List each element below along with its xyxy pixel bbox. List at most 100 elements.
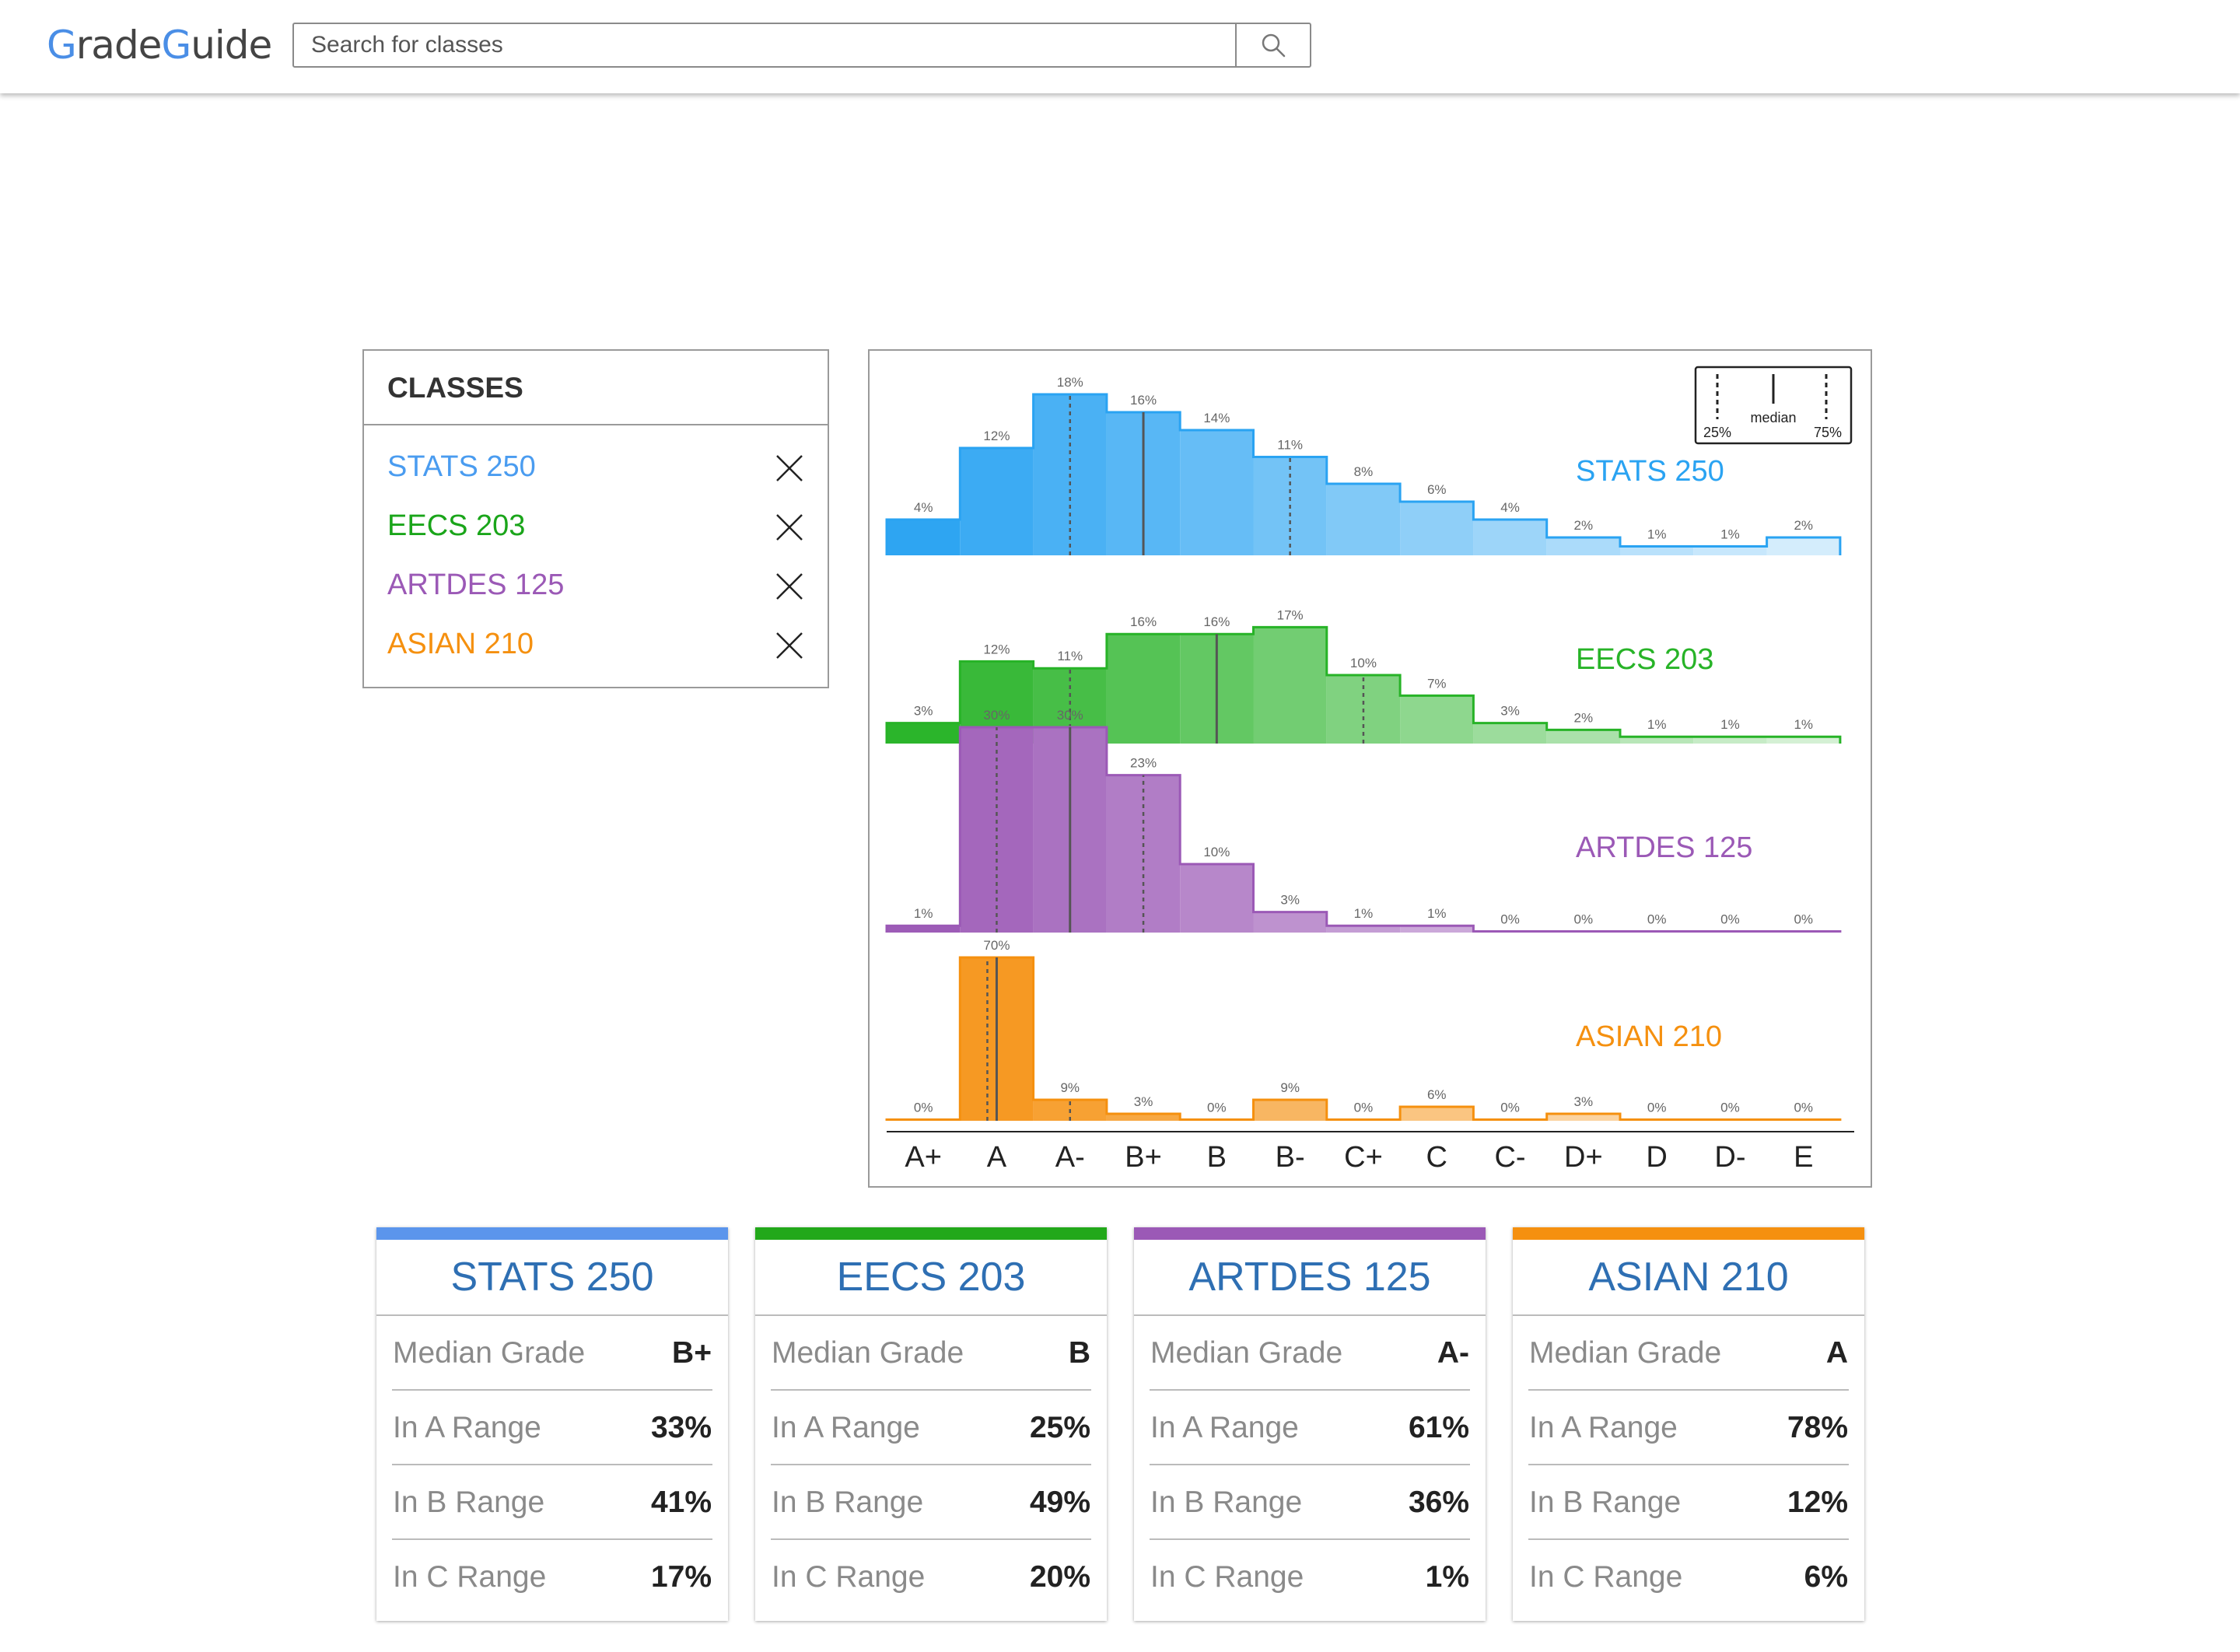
bar-value-label: 11% — [1277, 438, 1303, 453]
remove-class-close-icon[interactable] — [775, 572, 804, 601]
stat-label: Median Grade — [1150, 1336, 1343, 1370]
bar[interactable] — [1546, 537, 1620, 555]
stat-label: In B Range — [1150, 1486, 1303, 1519]
bar-value-label: 4% — [914, 500, 933, 515]
x-tick-label: D — [1646, 1141, 1667, 1174]
class-list: STATS 250 EECS 203 ARTDES 125 ASIAN 210 — [364, 425, 828, 674]
stat-row: In A Range 25% — [771, 1391, 1091, 1465]
bar[interactable] — [887, 723, 961, 744]
bar-value-label: 6% — [1427, 1087, 1447, 1102]
stat-row: In B Range 41% — [392, 1465, 712, 1540]
bar[interactable] — [1180, 430, 1254, 555]
bar[interactable] — [1106, 634, 1181, 744]
stat-value: 6% — [1804, 1560, 1848, 1594]
bar[interactable] — [1620, 546, 1694, 556]
class-list-item[interactable]: EECS 203 — [364, 497, 828, 556]
app-logo[interactable]: GradeGuide — [47, 22, 272, 68]
bar[interactable] — [1766, 537, 1840, 555]
bar-value-label: 0% — [1207, 1101, 1227, 1115]
series-name-label: ARTDES 125 — [1576, 831, 1752, 864]
bar-value-label: 0% — [1354, 1101, 1374, 1115]
class-summary-card: EECS 203 Median Grade B In A Range 25% In B R… — [755, 1227, 1107, 1621]
bar[interactable] — [1400, 502, 1474, 555]
stat-row: In C Range 20% — [771, 1540, 1091, 1615]
search-bar — [292, 23, 1311, 68]
series-name-label: STATS 250 — [1576, 455, 1724, 488]
remove-class-close-icon[interactable] — [775, 453, 804, 483]
bar-value-label: 1% — [1427, 906, 1447, 921]
stat-value: 61% — [1408, 1411, 1469, 1444]
bar[interactable] — [1473, 723, 1547, 744]
card-title: STATS 250 — [376, 1240, 728, 1316]
card-color-bar — [376, 1227, 728, 1240]
class-list-item[interactable]: ASIAN 210 — [364, 615, 828, 674]
bar-value-label: 3% — [1134, 1094, 1153, 1109]
stat-row: In B Range 36% — [1150, 1465, 1470, 1540]
bar[interactable] — [887, 520, 961, 555]
bar[interactable] — [1253, 1100, 1327, 1121]
remove-class-close-icon[interactable] — [775, 631, 804, 660]
bar-value-label: 6% — [1427, 482, 1447, 497]
bar-value-label: 3% — [1500, 704, 1520, 719]
bar-value-label: 30% — [983, 708, 1010, 723]
class-list-item[interactable]: STATS 250 — [364, 438, 828, 497]
legend-median-label: median — [1750, 410, 1796, 425]
bar-value-label: 16% — [1203, 614, 1230, 629]
stat-value: 25% — [1029, 1411, 1090, 1444]
x-tick-label: B- — [1276, 1141, 1305, 1174]
class-summary-card: STATS 250 Median Grade B+ In A Range 33% In B… — [376, 1227, 728, 1621]
bar-value-label: 0% — [1794, 1101, 1813, 1115]
x-tick-label: A — [987, 1141, 1007, 1174]
bar[interactable] — [1253, 912, 1327, 933]
bar-value-label: 3% — [1574, 1094, 1594, 1109]
bar[interactable] — [1326, 484, 1401, 555]
stat-row: Median Grade A — [1528, 1316, 1849, 1391]
bar[interactable] — [1473, 520, 1547, 555]
stat-label: In A Range — [1529, 1411, 1678, 1444]
bar-value-label: 1% — [914, 906, 933, 921]
bar-value-label: 16% — [1130, 614, 1157, 629]
bar[interactable] — [1400, 1107, 1474, 1121]
x-tick-label: D+ — [1564, 1141, 1603, 1174]
stat-value: 78% — [1787, 1411, 1848, 1444]
bar-value-label: 9% — [1280, 1080, 1300, 1095]
class-name: EECS 203 — [387, 509, 526, 542]
search-button[interactable] — [1235, 24, 1310, 66]
stat-value: A- — [1437, 1336, 1469, 1370]
logo-text: rade — [75, 23, 163, 68]
bar-value-label: 2% — [1794, 518, 1813, 533]
remove-class-close-icon[interactable] — [775, 513, 804, 542]
top-bar: GradeGuide — [0, 0, 2240, 93]
stat-value: 49% — [1029, 1486, 1090, 1519]
search-input[interactable] — [294, 24, 1238, 66]
class-name: ASIAN 210 — [387, 628, 534, 660]
grade-distribution-chart: 4% 12% 18% 16% 14% 11% 8% 6% 4% 2% 1% 1% 2% STATS 250… — [868, 349, 1872, 1188]
series-3: 0% 70% 9% 3% 0% 9% 0% 6% 0% 3% 0% 0% 0% ASIAN 210 — [885, 938, 1842, 1121]
stat-value: 33% — [650, 1411, 712, 1444]
class-list-item[interactable]: ARTDES 125 — [364, 556, 828, 615]
class-name: STATS 250 — [387, 450, 536, 483]
logo-letter: G — [161, 23, 191, 68]
bar-value-label: 16% — [1130, 393, 1157, 408]
bar[interactable] — [960, 448, 1034, 555]
card-color-bar — [755, 1227, 1107, 1240]
stat-row: In C Range 17% — [392, 1540, 712, 1615]
class-name: ARTDES 125 — [387, 569, 565, 601]
bar-value-label: 1% — [1647, 527, 1667, 542]
series-1: 3% 12% 11% 16% 16% 17% 10% 7% 3% 2% 1% 1% 1% EECS 203 — [885, 607, 1842, 744]
card-title: ASIAN 210 — [1513, 1240, 1864, 1316]
bar-value-label: 0% — [1720, 1101, 1740, 1115]
bar-value-label: 0% — [1500, 912, 1520, 927]
quartile-legend: 25% median 75% — [1694, 366, 1853, 445]
bar[interactable] — [1546, 730, 1620, 744]
bar-value-label: 1% — [1720, 717, 1740, 732]
bar[interactable] — [1693, 546, 1767, 556]
bar[interactable] — [1180, 864, 1254, 933]
bar[interactable] — [1400, 695, 1474, 744]
bar-value-label: 0% — [1574, 912, 1594, 927]
bar-value-label: 18% — [1057, 375, 1083, 390]
x-tick-label: C+ — [1344, 1141, 1383, 1174]
x-tick-label: C — [1426, 1141, 1447, 1174]
bar[interactable] — [1253, 627, 1327, 744]
stat-row: Median Grade B+ — [392, 1316, 712, 1391]
